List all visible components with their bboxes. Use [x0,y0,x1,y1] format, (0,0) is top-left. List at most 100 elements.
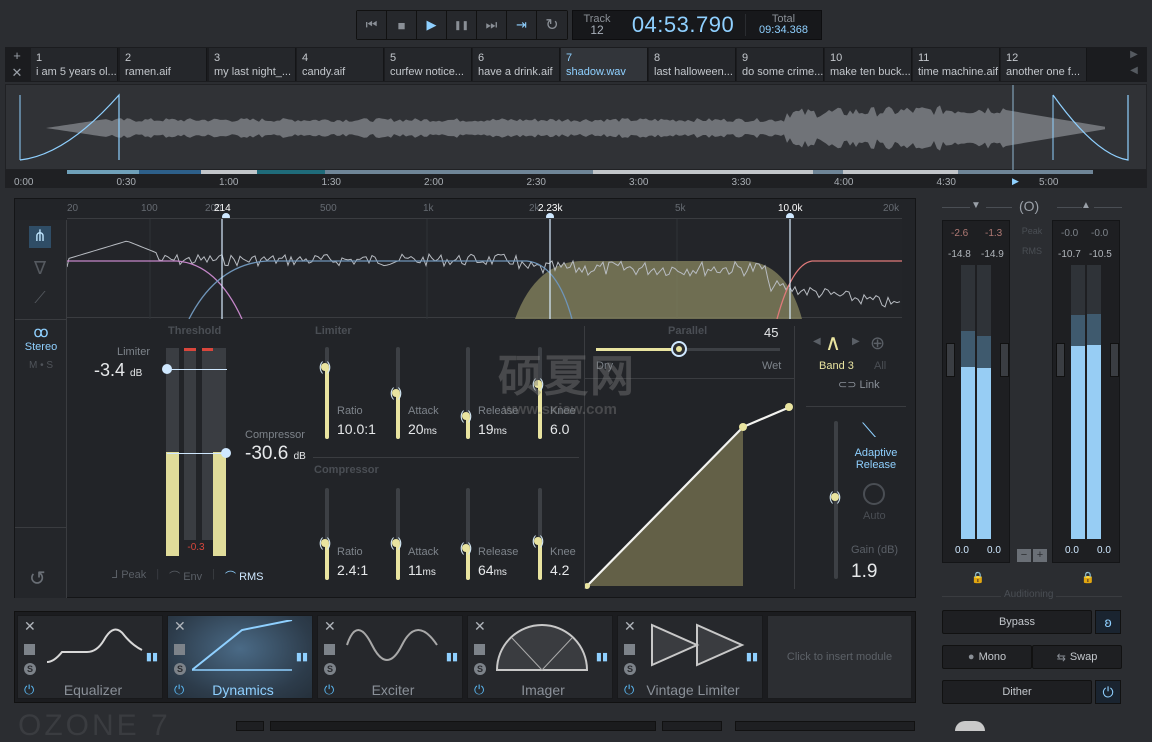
remove-module-icon[interactable]: ✕ [324,618,336,635]
compressor-ratio-handle[interactable]: ( ) [316,534,334,552]
compressor-attack-handle[interactable]: ( ) [387,534,405,552]
bypass-button[interactable]: Bypass [942,610,1092,634]
compressor-release-handle[interactable]: ( ) [457,539,475,557]
limit-handle[interactable] [785,403,793,411]
module-vintage-limiter[interactable]: ✕ S ⏻ Vintage Limiter ▮▮ [617,615,763,699]
input-trim-left-handle[interactable] [946,343,955,377]
band-3-icon[interactable]: ∧ [825,330,841,356]
skip-forward-button[interactable]: ⏭ [477,11,507,39]
crossover-spectrum[interactable] [66,218,902,320]
module-list-icon[interactable] [624,644,635,655]
bell-filter-tool[interactable]: ∇ [29,258,51,280]
power-icon[interactable]: ⏻ [24,682,34,698]
track-tab[interactable]: 12 another one f... [1001,48,1087,81]
input-trim-right-handle[interactable] [1000,343,1009,377]
loop-marker-button[interactable]: ⇥ [507,11,537,39]
track-tab[interactable]: 4 candy.aif [297,48,384,81]
knee-handle[interactable] [739,423,747,431]
compressor-threshold-handle[interactable] [221,448,231,458]
compressor-knee-value[interactable]: 4.2 [550,562,569,578]
limiter-knee-value[interactable]: 6.0 [550,421,569,437]
mid-side-button[interactable]: M • S [15,360,67,371]
module-dynamics[interactable]: ✕ S ⏻ Dynamics ▮▮ [167,615,313,699]
output-trim-right[interactable]: 0.0 [1097,545,1111,556]
stop-button[interactable]: ■ [387,11,417,39]
track-tab[interactable]: 6 have a drink.aif [473,48,560,81]
swap-button[interactable]: ⇆ Swap [1032,645,1122,669]
preset-icon-button[interactable] [236,721,264,731]
next-tracks-button[interactable]: ▶ [1125,49,1143,65]
module-list-icon[interactable] [24,644,35,655]
input-lock-icon[interactable]: 🔒 [971,571,985,584]
next-band-button[interactable]: ▶ [852,336,860,347]
auto-gain-icon[interactable] [863,483,885,505]
waveform-overview[interactable] [5,84,1147,171]
track-tab[interactable]: 11 time machine.aif [913,48,1000,81]
timeline-ruler[interactable]: 0:00 0:30 1:00 1:30 2:00 2:30 3:00 3:30 4:00 4:30… [5,170,1147,188]
solo-icon[interactable]: S [624,663,636,675]
remove-module-icon[interactable]: ✕ [624,618,636,635]
output-trim-left-handle[interactable] [1056,343,1065,377]
remove-module-icon[interactable]: ✕ [174,618,186,635]
input-trim-right[interactable]: 0.0 [987,545,1001,556]
dither-power-button[interactable]: ⏻ [1095,680,1121,704]
limiter-threshold-value[interactable]: -3.4 dB [94,360,142,381]
module-list-icon[interactable] [174,644,185,655]
pause-button[interactable]: ❚❚ [447,11,477,39]
limiter-attack-handle[interactable]: ( ) [387,384,405,402]
power-icon[interactable]: ⏻ [474,682,484,698]
compressor-attack-value[interactable]: 11ms [408,562,436,578]
track-tab[interactable]: 1 i am 5 years ol... [31,48,118,81]
remove-module-icon[interactable]: ✕ [24,618,36,635]
mono-button[interactable]: ● Mono [942,645,1032,669]
track-tab[interactable]: 5 curfew notice... [385,48,472,81]
adaptive-release-icon[interactable]: ⟍ [862,420,876,443]
module-equalizer[interactable]: ✕ S ⏻ Equalizer ▮▮ [17,615,163,699]
reset-button[interactable]: ↺ [29,566,46,591]
band-select-tool[interactable]: ⋔ [29,226,51,248]
stereo-button[interactable]: ꝏ Stereo [15,325,67,354]
limiter-release-value[interactable]: 19ms [478,421,507,437]
limiter-threshold-handle[interactable] [162,364,172,374]
track-tab[interactable]: 3 my last night_... [209,48,296,81]
shelf-filter-tool[interactable]: ⟋ [29,290,51,312]
remove-track-button[interactable]: ✕ [5,64,29,81]
track-tab[interactable]: 2 ramen.aif [120,48,207,81]
output-collapse-icon[interactable]: ▲ [1081,200,1091,211]
compressor-release-value[interactable]: 64ms [478,562,507,578]
track-tab[interactable]: 8 last halloween... [649,48,736,81]
power-icon[interactable]: ⏻ [624,682,634,698]
add-track-button[interactable]: + [5,47,29,64]
adaptive-release-button[interactable]: Adaptive Release [850,447,902,471]
module-exciter[interactable]: ✕ S ⏻ Exciter ▮▮ [317,615,463,699]
power-icon[interactable]: ⏻ [324,682,334,698]
crossover-frequency[interactable]: 214 [214,203,231,214]
limiter-release-handle[interactable]: ( ) [457,407,475,425]
loop-button[interactable]: ↻ [537,11,567,39]
input-trim-left[interactable]: 0.0 [955,545,969,556]
output-trim-right-handle[interactable] [1110,343,1119,377]
output-trim-left[interactable]: 0.0 [1065,545,1079,556]
dither-button[interactable]: Dither [942,680,1092,704]
skip-back-button[interactable]: ⏮ [357,11,387,39]
parallel-handle[interactable] [670,341,687,357]
module-list-icon[interactable] [324,644,335,655]
preset-field[interactable] [270,721,656,731]
limiter-attack-value[interactable]: 20ms [408,421,437,437]
input-collapse-icon[interactable]: ▼ [971,200,981,211]
solo-icon[interactable]: S [324,663,336,675]
threshold-meter[interactable]: -0.3 [162,348,231,556]
insert-module-slot[interactable]: Click to insert module [767,615,912,699]
limiter-release-slider[interactable] [466,347,470,439]
link-button[interactable]: ⊂⊃ Link [838,378,880,391]
output-lock-icon[interactable]: 🔒 [1081,571,1095,584]
audition-button[interactable]: ʚ [1095,610,1121,634]
compressor-ratio-value[interactable]: 2.4:1 [337,562,368,578]
remove-module-icon[interactable]: ✕ [474,618,486,635]
solo-icon[interactable]: S [174,663,186,675]
gain-handle[interactable]: ( ) [826,488,844,506]
peak-mode-button[interactable]: ⅃ Peak [112,568,146,584]
compressor-knee-handle[interactable]: ( ) [529,532,547,550]
playhead-marker[interactable]: ▶ [1012,176,1019,187]
limiter-ratio-value[interactable]: 10.0:1 [337,421,376,437]
